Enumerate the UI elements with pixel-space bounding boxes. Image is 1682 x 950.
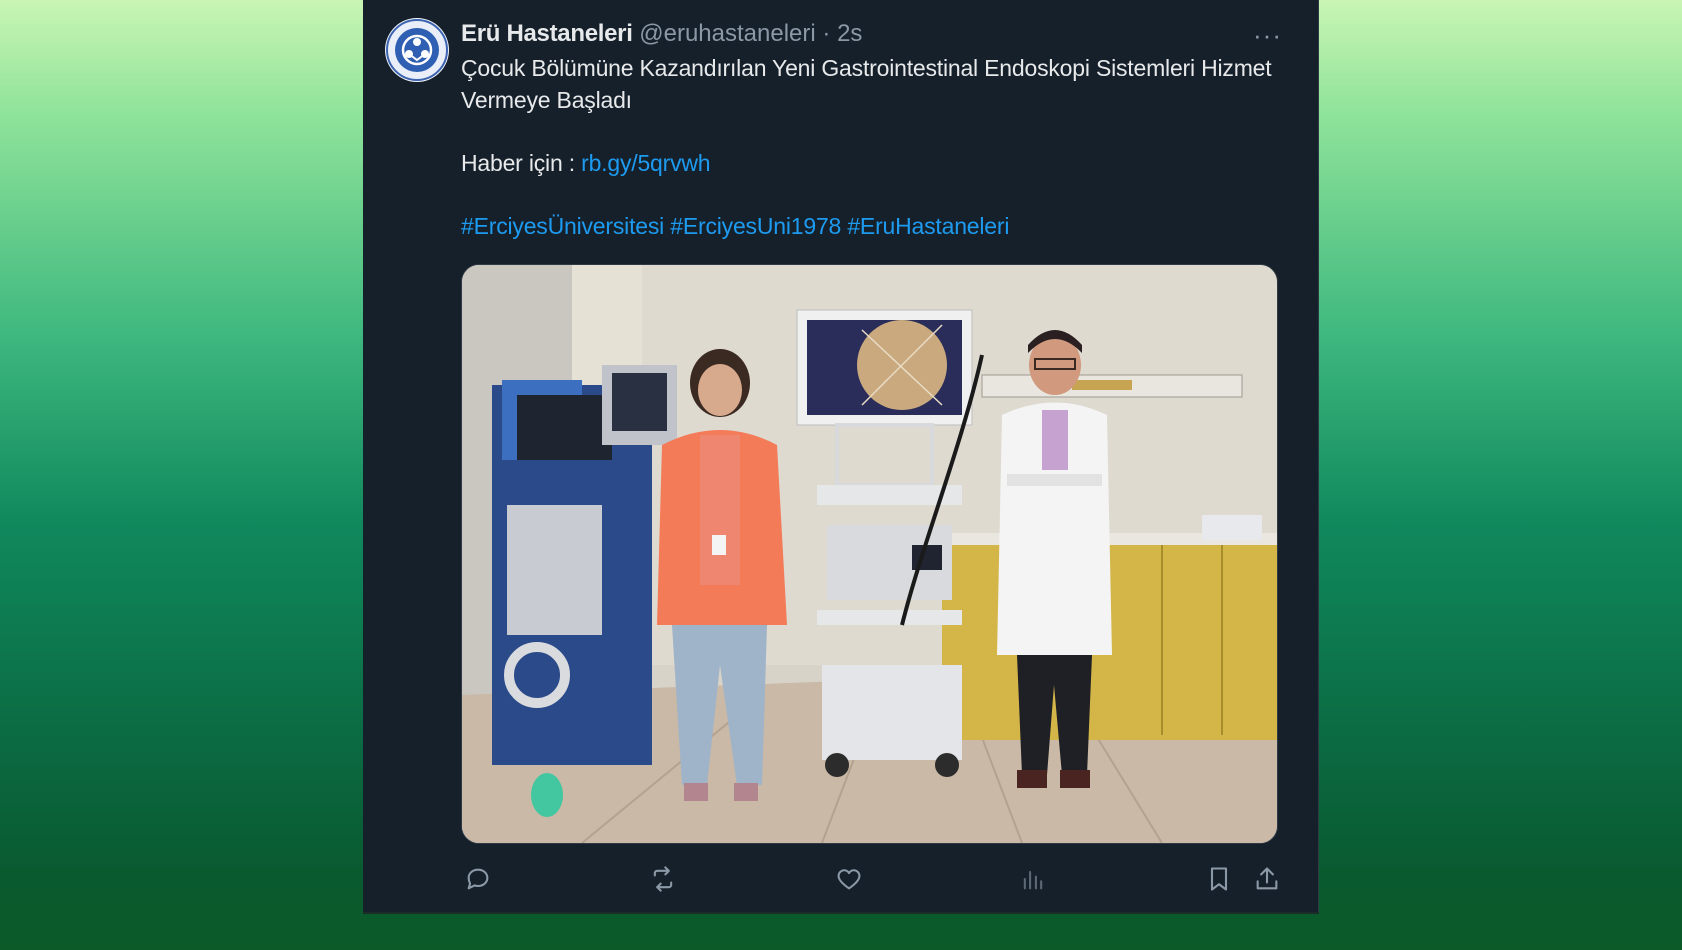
share-icon: [1256, 867, 1278, 890]
separator: ·: [822, 20, 831, 47]
avatar[interactable]: [385, 18, 449, 82]
views-icon: [1023, 870, 1043, 890]
author-handle[interactable]: @eruhastaneleri: [639, 20, 815, 47]
hashtags: #ErciyesÜniversitesi #ErciyesUni1978 #Er…: [461, 210, 1281, 242]
bookmark-icon: [1210, 867, 1228, 891]
retweet-button[interactable]: [646, 862, 680, 896]
reply-button[interactable]: [461, 862, 495, 896]
hospital-room-photo: [462, 265, 1277, 843]
hashtag-link[interactable]: #EruHastaneleri: [847, 213, 1009, 239]
tweet-card[interactable]: Erü Hastaneleri @eruhastaneleri · 2s ···…: [363, 0, 1319, 912]
hashtag-link[interactable]: #ErciyesÜniversitesi: [461, 213, 664, 239]
tweet-text: Çocuk Bölümüne Kazandırılan Yeni Gastroi…: [461, 52, 1281, 242]
news-link[interactable]: rb.gy/5qrvwh: [581, 150, 710, 176]
hashtag-link[interactable]: #ErciyesUni1978: [670, 213, 841, 239]
reply-icon: [467, 868, 489, 890]
like-button[interactable]: [832, 862, 866, 896]
bookmark-button[interactable]: [1202, 862, 1236, 896]
news-prefix: Haber için :: [461, 150, 582, 176]
timestamp[interactable]: 2s: [837, 20, 862, 47]
more-options-icon[interactable]: ···: [1253, 20, 1282, 50]
action-bar: [461, 862, 1278, 896]
divider: [363, 912, 1319, 914]
university-logo-icon: [386, 19, 448, 81]
tweet-header: Erü Hastaneleri @eruhastaneleri · 2s: [461, 18, 862, 50]
heart-icon: [837, 869, 861, 890]
news-line: Haber için : rb.gy/5qrvwh: [461, 147, 1281, 179]
author-name[interactable]: Erü Hastaneleri: [461, 20, 633, 47]
tweet-headline: Çocuk Bölümüne Kazandırılan Yeni Gastroi…: [461, 55, 1272, 113]
share-button[interactable]: [1250, 862, 1284, 896]
tweet-photo[interactable]: [461, 264, 1278, 844]
retweet-icon: [653, 866, 673, 892]
views-button[interactable]: [1016, 862, 1050, 896]
